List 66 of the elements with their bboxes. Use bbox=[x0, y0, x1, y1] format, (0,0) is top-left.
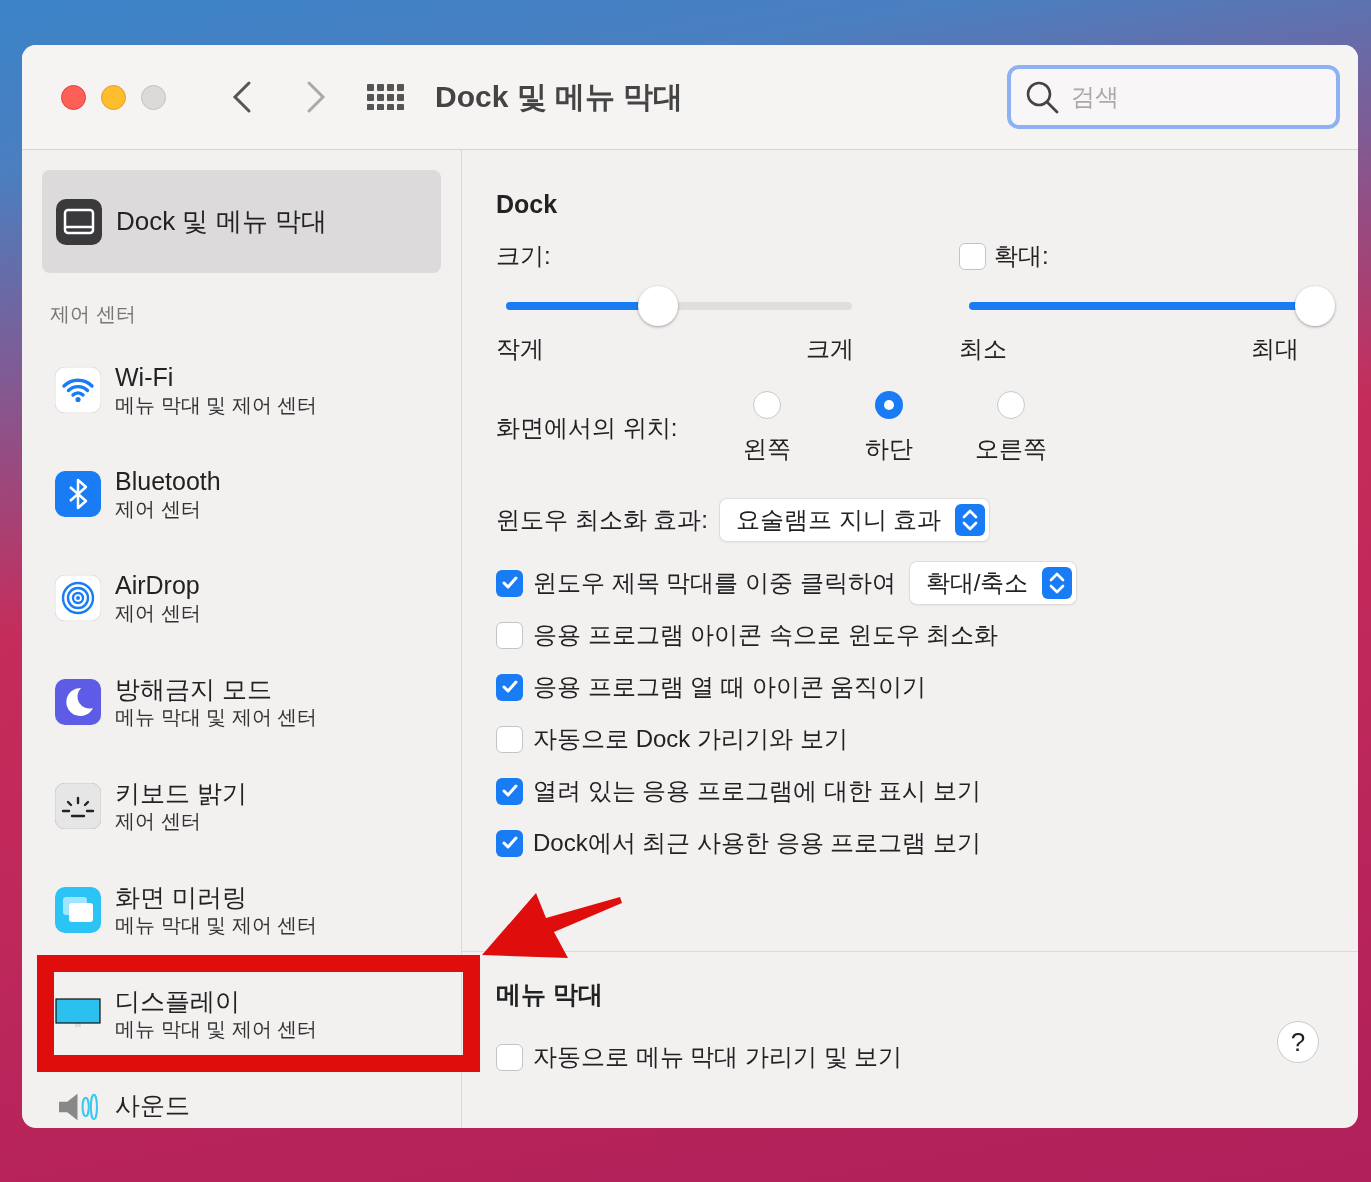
sidebar-item[interactable]: 사운드 bbox=[42, 1066, 441, 1128]
checkbox-label: 자동으로 Dock 가리기와 보기 bbox=[533, 724, 848, 754]
slider-min-label: 작게 bbox=[496, 334, 544, 364]
minimize-effect-label: 윈도우 최소화 효과: bbox=[496, 505, 708, 535]
stepper-icon bbox=[955, 504, 986, 536]
radio-label: 오른쪽 bbox=[975, 434, 1047, 464]
checkbox[interactable] bbox=[959, 242, 986, 270]
help-button[interactable]: ? bbox=[1278, 1022, 1318, 1062]
wifi-icon bbox=[55, 367, 101, 413]
section-title: 메뉴 막대 bbox=[496, 979, 604, 1010]
position-label: 화면에서의 위치: bbox=[496, 413, 679, 443]
sidebar-item[interactable]: 방해금지 모드 메뉴 막대 및 제어 센터 bbox=[42, 650, 441, 754]
zoom-button[interactable] bbox=[141, 84, 166, 110]
slider-max-label: 최대 bbox=[1251, 334, 1299, 364]
slider-min-label: 최소 bbox=[959, 334, 1007, 364]
screen-mirroring-icon bbox=[55, 887, 101, 933]
checkbox[interactable] bbox=[496, 1043, 523, 1071]
back-icon[interactable] bbox=[231, 80, 253, 114]
double-click-popup[interactable]: 확대/축소 bbox=[909, 562, 1077, 604]
sidebar-item[interactable]: Dock 및 메뉴 막대 bbox=[42, 170, 441, 273]
sidebar-item[interactable]: 화면 미러링 메뉴 막대 및 제어 센터 bbox=[42, 858, 441, 962]
section-title: 제어 센터 bbox=[50, 302, 137, 327]
checkbox[interactable] bbox=[496, 777, 523, 805]
dock-icon bbox=[56, 198, 102, 245]
radio-button[interactable] bbox=[997, 391, 1025, 419]
radio-button[interactable] bbox=[753, 391, 781, 419]
forward-icon[interactable] bbox=[305, 80, 327, 114]
checkbox-label: 응용 프로그램 열 때 아이콘 움직이기 bbox=[533, 672, 927, 702]
section-title: Dock bbox=[496, 190, 559, 219]
window-title: Dock 및 메뉴 막대 bbox=[435, 78, 685, 115]
size-label: 크기: bbox=[496, 241, 551, 271]
minimize-button[interactable] bbox=[101, 84, 126, 110]
slider-thumb[interactable] bbox=[1295, 286, 1335, 326]
sidebar-item[interactable]: 디스플레이 메뉴 막대 및 제어 센터 bbox=[42, 962, 441, 1066]
effect-popup[interactable]: 요술램프 지니 효과 bbox=[720, 499, 990, 541]
checkbox-label: 열려 있는 응용 프로그램에 대한 표시 보기 bbox=[533, 776, 981, 806]
checkbox-label: 자동으로 메뉴 막대 가리기 및 보기 bbox=[533, 1042, 903, 1072]
radio-button[interactable] bbox=[875, 391, 903, 419]
search-input[interactable]: 검색 bbox=[1069, 82, 1313, 112]
checkbox-label: 윈도우 제목 막대를 이중 클릭하여 bbox=[533, 568, 896, 598]
sidebar-item[interactable]: Wi-Fi 메뉴 막대 및 제어 센터 bbox=[42, 338, 441, 442]
close-button[interactable] bbox=[61, 84, 86, 110]
bluetooth-icon bbox=[55, 471, 101, 517]
slider-thumb[interactable] bbox=[638, 286, 679, 326]
checkbox[interactable] bbox=[496, 725, 523, 753]
checkbox[interactable] bbox=[496, 569, 523, 597]
checkbox[interactable] bbox=[496, 621, 523, 649]
slider-max-label: 크게 bbox=[806, 334, 854, 364]
checkbox[interactable] bbox=[496, 673, 523, 701]
checkbox[interactable] bbox=[496, 829, 523, 857]
sidebar-item[interactable]: Bluetooth 제어 센터 bbox=[42, 442, 441, 546]
checkbox-label: 응용 프로그램 아이콘 속으로 윈도우 최소화 bbox=[533, 620, 999, 650]
magnification-label: 확대: bbox=[994, 241, 1049, 271]
radio-label: 왼쪽 bbox=[743, 434, 791, 464]
grid-icon[interactable] bbox=[367, 84, 405, 110]
airdrop-icon bbox=[55, 575, 101, 621]
moon-icon bbox=[55, 679, 101, 725]
checkbox-label: Dock에서 최근 사용한 응용 프로그램 보기 bbox=[533, 828, 982, 858]
radio-label: 하단 bbox=[865, 434, 913, 464]
stepper-icon bbox=[1042, 567, 1073, 599]
search-icon bbox=[1025, 80, 1059, 114]
keyboard-brightness-icon bbox=[55, 783, 101, 829]
speaker-icon bbox=[58, 1092, 98, 1122]
sidebar-item[interactable]: AirDrop 제어 센터 bbox=[42, 546, 441, 650]
search-field[interactable]: 검색 bbox=[1007, 65, 1340, 129]
sidebar-item[interactable]: 키보드 밝기 제어 센터 bbox=[42, 754, 441, 858]
